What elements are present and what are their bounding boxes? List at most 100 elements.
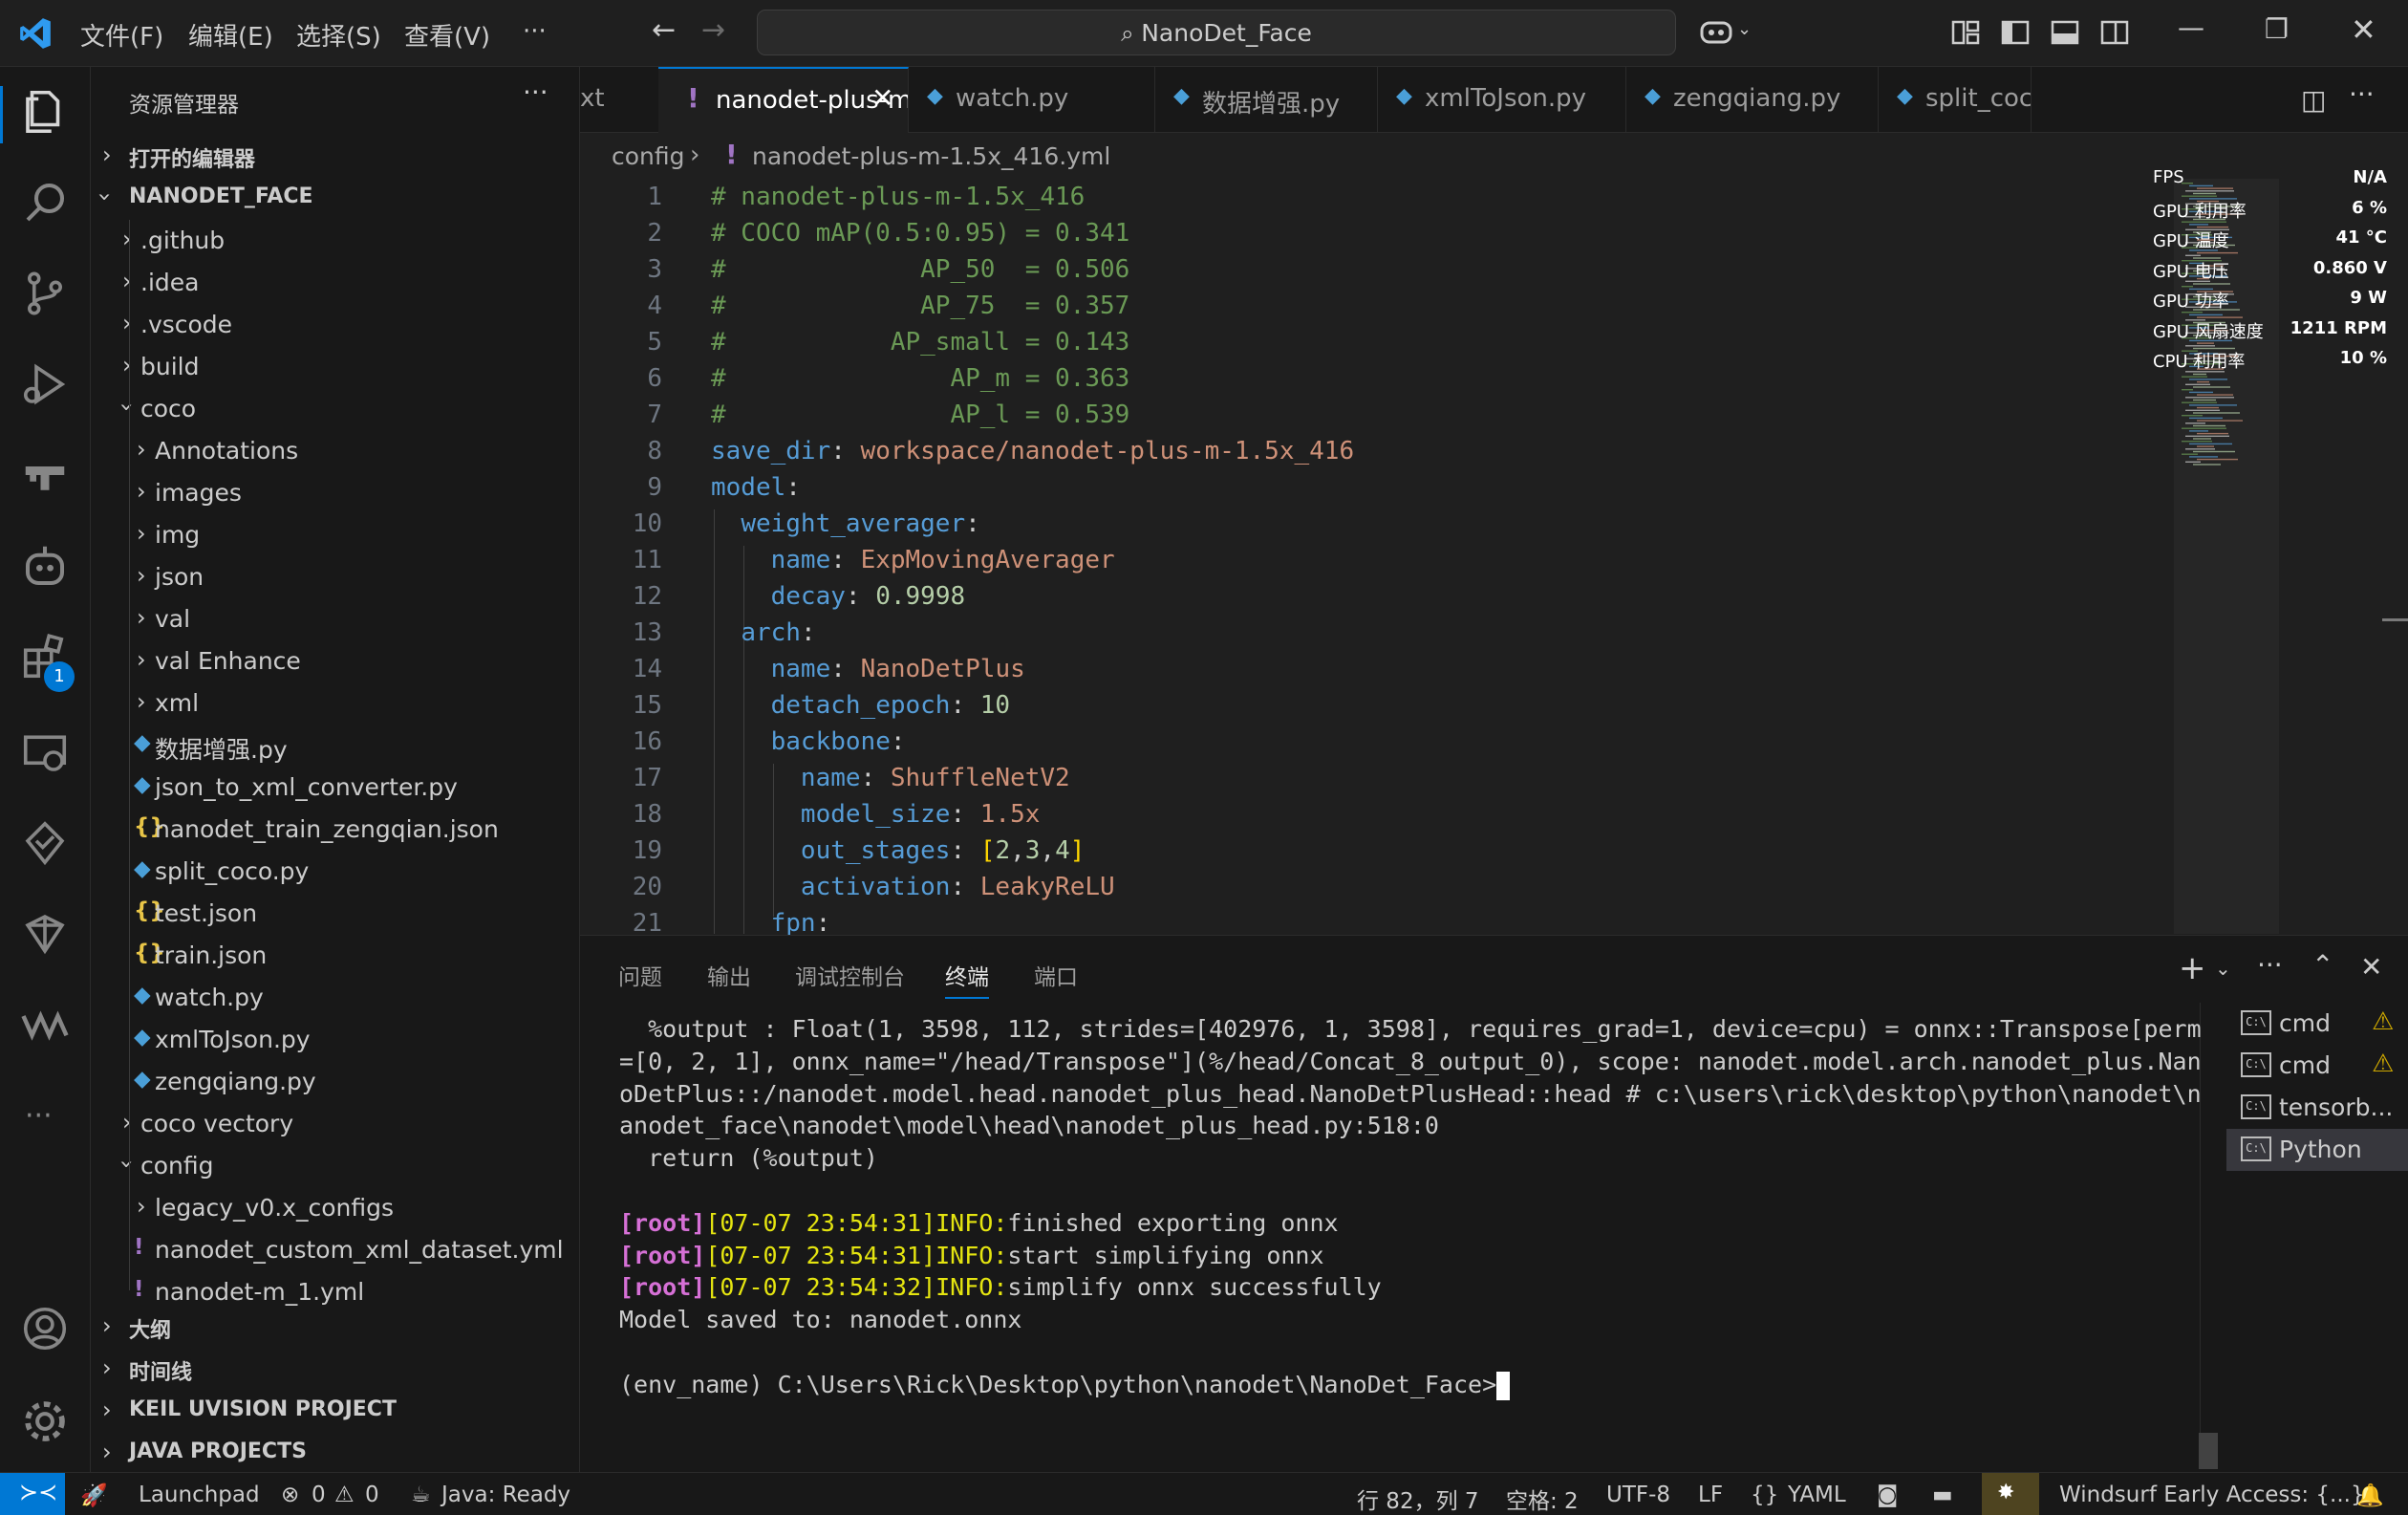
language-mode[interactable]: YAML (1788, 1483, 1846, 1507)
panel-tab-debug-console[interactable]: 调试控制台 (795, 959, 905, 991)
toggle-secondary-sidebar-icon[interactable] (2100, 19, 2129, 46)
robot-extension-icon[interactable] (19, 540, 71, 592)
editor-tab[interactable]: ◆ watch.py (908, 67, 1155, 132)
folder-item[interactable]: › Annotations (91, 430, 579, 472)
tab-more-icon[interactable]: ··· (2349, 78, 2375, 110)
menu-selection[interactable]: 选择(S) (296, 17, 381, 53)
error-count[interactable]: 0 (312, 1483, 326, 1507)
layout-customize-icon[interactable] (1951, 19, 1980, 46)
terminal-instance[interactable]: C:\ tensorb... (2226, 1087, 2408, 1129)
split-editor-icon[interactable]: ◫ (2301, 84, 2326, 116)
editor-tab[interactable]: ◆ xmlToJson.py (1377, 67, 1626, 132)
keil-section[interactable]: › KEIL UVISION PROJECT (91, 1391, 579, 1433)
file-item[interactable]: ! nanodet_custom_xml_dataset.yml (91, 1229, 579, 1271)
close-panel-icon[interactable]: ✕ (2360, 951, 2382, 983)
remote-status-icon[interactable]: ▬ (1932, 1483, 1953, 1507)
outline-section[interactable]: › 大纲 (91, 1307, 579, 1349)
minimize-icon[interactable]: — (2178, 11, 2204, 43)
folder-item[interactable]: › build (91, 346, 579, 388)
cursor-position[interactable]: 行 82，列 7 (1357, 1483, 1479, 1515)
menu-view[interactable]: 查看(V) (404, 17, 490, 53)
folder-item[interactable]: › coco vectory (91, 1103, 579, 1145)
more-views-icon[interactable]: ··· (25, 1099, 53, 1133)
terminal-instance[interactable]: C:\ cmd ⚠ (2226, 1045, 2408, 1087)
file-item[interactable]: ◆ watch.py (91, 977, 579, 1019)
restore-icon[interactable]: ❐ (2265, 13, 2289, 45)
workspace-root[interactable]: › NANODET_FACE (91, 178, 579, 220)
folder-item[interactable]: › .vscode (91, 304, 579, 346)
panel-tab-ports[interactable]: 端口 (1034, 959, 1078, 991)
menu-file[interactable]: 文件(F) (80, 17, 163, 53)
folder-item[interactable]: › .idea (91, 262, 579, 304)
run-debug-icon[interactable] (19, 358, 71, 410)
encoding[interactable]: UTF-8 (1606, 1483, 1670, 1507)
toggle-panel-icon[interactable] (2051, 19, 2079, 46)
panel-tab-problems[interactable]: 问题 (618, 959, 662, 991)
close-tab-icon[interactable]: ✕ (871, 82, 893, 114)
copilot-status-icon[interactable]: ◙ (1877, 1483, 1898, 1507)
windsurf-access[interactable]: Windsurf Early Access: {...} (2059, 1483, 2365, 1507)
editor-tab[interactable]: !nanodet-plus-m-1.5x_416.yml✕ (658, 67, 909, 134)
chevron-down-icon[interactable]: ⌄ (1737, 19, 1752, 39)
remote-window-icon[interactable] (19, 726, 71, 778)
panel-tab-output[interactable]: 输出 (707, 959, 751, 991)
source-control-icon[interactable] (19, 268, 71, 319)
windsurf-icon[interactable] (19, 908, 71, 960)
folder-item[interactable]: › images (91, 472, 579, 514)
notifications-bell-icon[interactable]: 🔔 (2356, 1483, 2384, 1508)
close-window-icon[interactable]: ✕ (2351, 11, 2376, 48)
terminal-instance[interactable]: C:\ cmd ⚠ (2226, 1003, 2408, 1045)
settings-gear-icon[interactable] (19, 1396, 71, 1447)
search-view-icon[interactable] (19, 177, 71, 228)
chevron-down-icon[interactable]: ⌄ (2215, 957, 2231, 980)
toggle-primary-sidebar-icon[interactable] (2001, 19, 2030, 46)
folder-item[interactable]: › val Enhance (91, 640, 579, 682)
folder-item[interactable]: › .github (91, 220, 579, 262)
file-item[interactable]: ◆ json_to_xml_converter.py (91, 767, 579, 809)
explorer-more-icon[interactable]: ··· (523, 76, 548, 108)
terminal-scrollbar[interactable] (2199, 1433, 2218, 1469)
windsurf-status[interactable]: ✸ (1982, 1473, 2039, 1515)
file-item[interactable]: ◆ 数据增强.py (91, 725, 579, 767)
editor-tab[interactable]: xt (580, 67, 659, 132)
menu-edit[interactable]: 编辑(E) (188, 17, 273, 53)
explorer-icon[interactable] (19, 86, 71, 138)
folder-item[interactable]: › config (91, 1145, 579, 1187)
menu-more[interactable]: ··· (523, 17, 547, 46)
end-of-line[interactable]: LF (1698, 1483, 1723, 1507)
terminal-output[interactable]: %output : Float(1, 3598, 112, strides=[4… (619, 1015, 2202, 1436)
wave-extension-icon[interactable] (19, 999, 71, 1050)
back-arrow-icon[interactable]: ← (652, 13, 676, 47)
java-status[interactable]: Java: Ready (441, 1483, 570, 1507)
new-terminal-icon[interactable]: + (2179, 949, 2206, 987)
indentation[interactable]: 空格: 2 (1506, 1483, 1579, 1515)
folder-item[interactable]: › img (91, 514, 579, 556)
folder-item[interactable]: › coco (91, 388, 579, 430)
breadcrumb-file[interactable]: nanodet-plus-m-1.5x_416.yml (752, 142, 1110, 170)
launchpad-item[interactable]: Launchpad (139, 1483, 260, 1507)
breadcrumb-folder[interactable]: config (612, 142, 685, 170)
file-item[interactable]: ◆ xmlToJson.py (91, 1019, 579, 1061)
file-item[interactable]: ◆ zengqiang.py (91, 1061, 579, 1103)
folder-item[interactable]: › legacy_v0.x_configs (91, 1187, 579, 1229)
copilot-icon[interactable] (1699, 17, 1733, 46)
file-item[interactable]: {} test.json (91, 893, 579, 935)
command-center-search[interactable]: ⌕ NanoDet_Face (757, 10, 1676, 55)
file-item[interactable]: {} nanodet_train_zengqian.json (91, 809, 579, 851)
panel-more-icon[interactable]: ··· (2257, 949, 2283, 981)
editor-tab[interactable]: ◆ split_coco.p (1878, 67, 2032, 132)
folder-item[interactable]: › val (91, 598, 579, 640)
forward-arrow-icon[interactable]: → (701, 13, 725, 47)
open-editors-section[interactable]: › 打开的编辑器 (91, 136, 579, 178)
folder-item[interactable]: › json (91, 556, 579, 598)
terminal-instance[interactable]: C:\ Python (2226, 1129, 2408, 1171)
panel-tab-terminal[interactable]: 终端 (945, 959, 989, 999)
testing-icon[interactable] (19, 817, 71, 869)
file-item[interactable]: {} train.json (91, 935, 579, 977)
timeline-section[interactable]: › 时间线 (91, 1349, 579, 1391)
folder-item[interactable]: › xml (91, 682, 579, 725)
maximize-panel-icon[interactable]: ⌃ (2311, 949, 2333, 981)
remote-explorer-icon[interactable] (19, 449, 71, 501)
remote-indicator[interactable]: ≻≺ (0, 1473, 65, 1515)
editor-tab[interactable]: ◆ zengqiang.py (1625, 67, 1879, 132)
